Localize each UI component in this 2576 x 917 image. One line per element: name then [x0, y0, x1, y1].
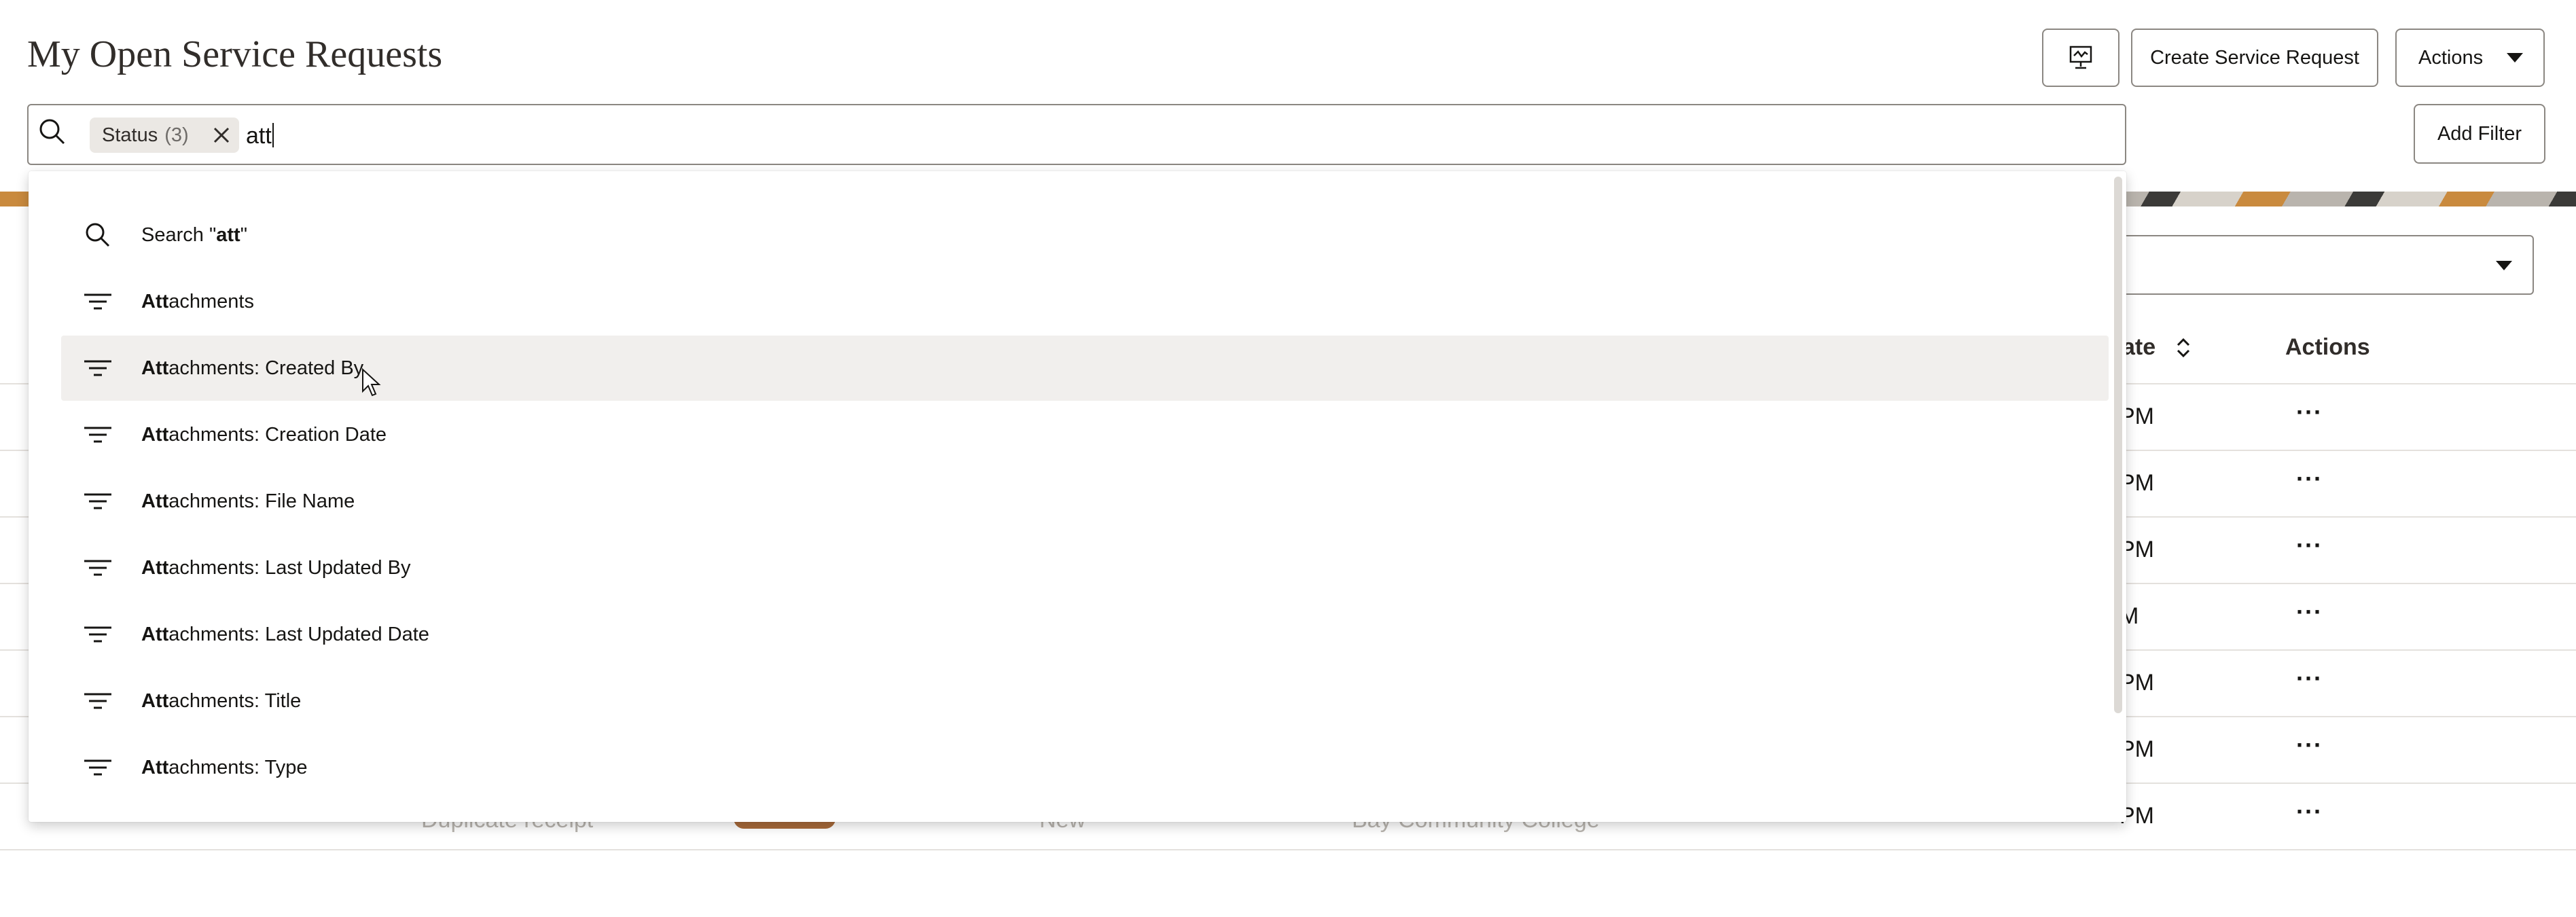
match-text: Att	[141, 290, 169, 312]
filter-icon	[84, 626, 111, 643]
search-suggestions-dropdown: Search " att " Att achments Att achments: Cr…	[29, 171, 2126, 822]
filter-suggestion-type[interactable]: Att achments: Type	[61, 735, 2109, 800]
filter-suggestion-title[interactable]: Att achments: Title	[61, 668, 2109, 734]
filter-icon	[84, 693, 111, 709]
suggestion-label: achments: File Name	[168, 490, 355, 512]
match-text: Att	[141, 623, 169, 645]
suggestion-label: achments: Type	[168, 756, 308, 778]
create-service-request-button[interactable]: Create Service Request	[2131, 29, 2378, 87]
add-filter-button[interactable]: Add Filter	[2414, 104, 2545, 164]
caret-down-icon	[2507, 53, 2523, 62]
filter-icon	[84, 360, 111, 376]
suggestion-label: achments	[168, 290, 254, 312]
filter-icon	[84, 427, 111, 443]
suggestion-label: achments: Creation Date	[168, 423, 387, 446]
date-column-header[interactable]: ate	[2122, 334, 2155, 361]
suggestion-label: achments: Title	[168, 689, 302, 712]
match-text: Att	[141, 490, 169, 512]
suggestion-label: achments: Created By	[168, 357, 364, 379]
search-suggestion-term: att	[216, 223, 240, 246]
scrollbar[interactable]	[2114, 177, 2122, 713]
filter-icon	[84, 759, 111, 776]
search-input[interactable]: att	[246, 123, 274, 149]
more-actions-icon[interactable]: ···	[2296, 664, 2323, 693]
chip-label: Status	[102, 124, 158, 146]
more-actions-icon[interactable]: ···	[2296, 797, 2323, 826]
filter-suggestion-file-name[interactable]: Att achments: File Name	[61, 469, 2109, 534]
search-icon	[86, 223, 110, 247]
match-text: Att	[141, 556, 169, 579]
more-actions-icon[interactable]: ···	[2296, 398, 2323, 427]
match-text: Att	[141, 423, 169, 446]
filter-suggestion-creation-date[interactable]: Att achments: Creation Date	[61, 402, 2109, 467]
chip-count: (3)	[164, 124, 189, 146]
search-suggestion-prefix: Search "	[141, 223, 217, 246]
search-query: att	[246, 123, 272, 149]
search-filter-bar[interactable]: Status (3) att	[27, 104, 2126, 165]
more-actions-icon[interactable]: ···	[2296, 531, 2323, 560]
match-text: Att	[141, 756, 169, 778]
mouse-pointer-icon	[362, 368, 381, 397]
filter-suggestion-last-updated-date[interactable]: Att achments: Last Updated Date	[61, 602, 2109, 667]
more-actions-icon[interactable]: ···	[2296, 465, 2323, 493]
page-title: My Open Service Requests	[27, 33, 443, 75]
match-text: Att	[141, 357, 169, 379]
actions-menu-button[interactable]: Actions	[2395, 29, 2545, 87]
more-actions-icon[interactable]: ···	[2296, 731, 2323, 759]
sort-icon[interactable]	[2174, 334, 2193, 361]
actions-column-header: Actions	[2285, 334, 2370, 360]
text-cursor	[272, 123, 274, 147]
view-select[interactable]	[2065, 235, 2534, 295]
filter-suggestion-attachments[interactable]: Att achments	[61, 269, 2109, 334]
search-icon	[39, 119, 65, 145]
close-icon[interactable]	[212, 126, 231, 145]
table-row[interactable]	[0, 849, 2576, 917]
caret-down-icon	[2496, 261, 2512, 270]
suggestion-label: achments: Last Updated Date	[168, 623, 429, 645]
search-suggestion-item[interactable]: Search " att "	[61, 202, 2109, 268]
filter-suggestion-last-updated-by[interactable]: Att achments: Last Updated By	[61, 535, 2109, 600]
search-suggestion-suffix: "	[240, 223, 247, 246]
filter-icon	[84, 293, 111, 310]
filter-icon	[84, 493, 111, 509]
presentation-icon	[2069, 46, 2092, 69]
match-text: Att	[141, 689, 169, 712]
more-actions-icon[interactable]: ···	[2296, 598, 2323, 626]
actions-menu-label: Actions	[2418, 46, 2484, 69]
status-filter-chip[interactable]: Status (3)	[90, 118, 239, 153]
presentation-view-button[interactable]	[2042, 29, 2119, 87]
filter-icon	[84, 560, 111, 576]
suggestion-label: achments: Last Updated By	[168, 556, 411, 579]
